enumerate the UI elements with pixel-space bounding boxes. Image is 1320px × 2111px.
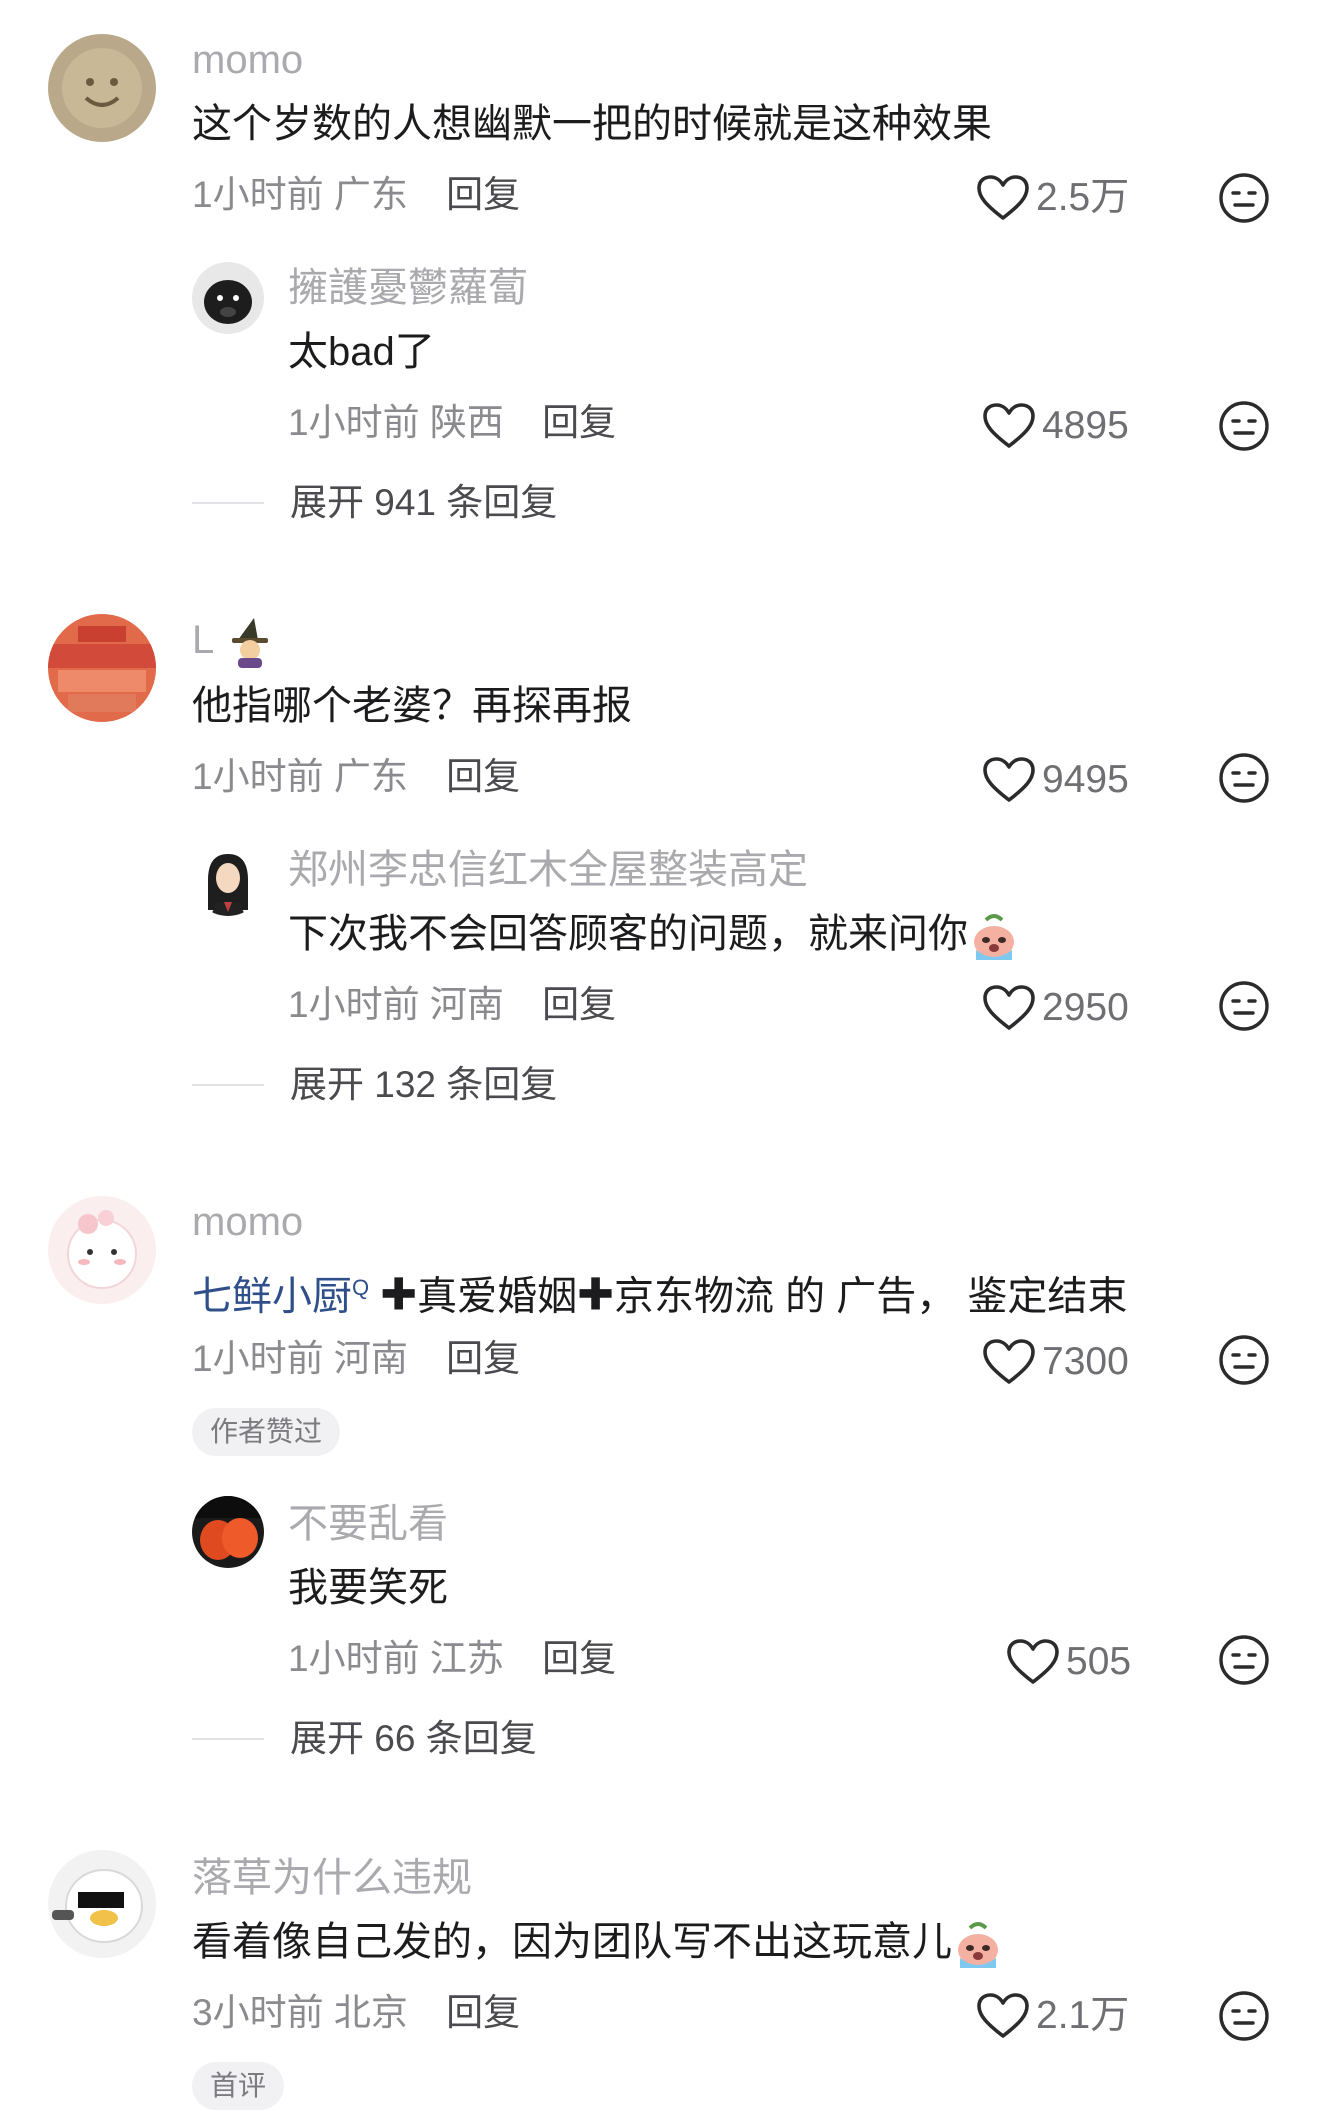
reply-button[interactable]: 回复 xyxy=(446,756,520,797)
reply-meta: 1小时前 河南 回复 xyxy=(288,982,616,1028)
dislike-icon[interactable] xyxy=(1218,1634,1270,1686)
comment-location: 北京 xyxy=(333,1992,408,2033)
heart-icon xyxy=(1006,1638,1060,1686)
like-count: 9495 xyxy=(1042,758,1129,801)
dislike-icon[interactable] xyxy=(1218,400,1270,452)
dislike-icon[interactable] xyxy=(1218,752,1270,804)
divider-line xyxy=(192,1084,264,1086)
comment-location: 广东 xyxy=(333,756,408,797)
like-count: 2.5万 xyxy=(1036,176,1130,219)
first-comment-badge: 首评 xyxy=(192,2062,285,2110)
like-button[interactable]: 4895 xyxy=(982,402,1129,450)
like-count: 4895 xyxy=(1042,404,1129,447)
reply-text: 太bad了 xyxy=(288,330,435,374)
avatar[interactable] xyxy=(48,34,156,142)
heart-icon xyxy=(982,984,1036,1032)
product-link[interactable]: 七鲜小厨 xyxy=(192,1274,352,1318)
like-button[interactable]: 7300 xyxy=(982,1338,1129,1386)
author-liked-badge: 作者赞过 xyxy=(192,1408,341,1456)
like-count: 7300 xyxy=(1042,1340,1129,1383)
expand-replies-label: 展开 941 条回复 xyxy=(290,482,558,523)
comment-text: 他指哪个老婆？再探再报 xyxy=(192,684,632,728)
reply-location: 陕西 xyxy=(429,402,504,443)
like-count: 505 xyxy=(1066,1640,1132,1683)
plus-icon: ✚ xyxy=(380,1270,418,1320)
reply-button[interactable]: 回复 xyxy=(446,1338,520,1379)
heart-icon xyxy=(982,756,1036,804)
reply-author[interactable]: 郑州李忠信红木全屋整装高定 xyxy=(288,846,808,894)
reply-time: 1小时前 xyxy=(288,984,420,1025)
like-button[interactable]: 2950 xyxy=(982,984,1129,1032)
comment-time: 1小时前 xyxy=(192,1338,324,1379)
expand-replies-button[interactable]: 展开 66 条回复 xyxy=(192,1716,537,1762)
comment-author[interactable]: L xyxy=(192,616,276,669)
crying-face-emoji-icon xyxy=(952,1918,1004,1970)
comment-meta: 1小时前 广东 回复 xyxy=(192,172,520,218)
reply-author[interactable]: 不要乱看 xyxy=(288,1500,448,1548)
witch-emoji-icon xyxy=(231,618,268,669)
reply-meta: 1小时前 江苏 回复 xyxy=(288,1636,616,1682)
reply-text: 我要笑死 xyxy=(288,1566,448,1610)
reply-time: 1小时前 xyxy=(288,402,420,443)
comment-meta: 3小时前 北京 回复 xyxy=(192,1990,520,2036)
expand-replies-label: 展开 66 条回复 xyxy=(290,1718,537,1759)
comment-text: 看着像自己发的，因为团队写不出这玩意儿 xyxy=(192,1916,1004,1970)
dislike-icon[interactable] xyxy=(1218,980,1270,1032)
reply-button[interactable]: 回复 xyxy=(542,402,616,443)
avatar[interactable] xyxy=(48,1196,156,1304)
crying-face-emoji-icon xyxy=(968,910,1020,962)
divider-line xyxy=(192,502,264,504)
dislike-icon[interactable] xyxy=(1218,1990,1270,2042)
like-button[interactable]: 2.5万 xyxy=(976,174,1129,222)
plus-icon: ✚ xyxy=(577,1270,614,1320)
reply-button[interactable]: 回复 xyxy=(446,1992,520,2033)
expand-replies-button[interactable]: 展开 132 条回复 xyxy=(192,1062,557,1108)
heart-icon xyxy=(982,402,1036,450)
comment-text: 七鲜小厨Q ✚真爱婚姻✚京东物流 的 广告， 鉴定结束 xyxy=(192,1270,1128,1320)
heart-icon xyxy=(976,1992,1030,2040)
reply-avatar[interactable] xyxy=(192,1496,264,1568)
like-button[interactable]: 505 xyxy=(1006,1638,1131,1686)
avatar[interactable] xyxy=(48,1850,156,1958)
like-button[interactable]: 2.1万 xyxy=(976,1992,1129,2040)
reply-avatar[interactable] xyxy=(192,844,264,916)
comment-time: 1小时前 xyxy=(192,174,324,215)
comment-author[interactable]: momo xyxy=(192,1198,303,1246)
reply-button[interactable]: 回复 xyxy=(542,1638,616,1679)
comment-location: 广东 xyxy=(333,174,408,215)
reply-author[interactable]: 擁護憂鬱蘿蔔 xyxy=(288,264,528,312)
like-count: 2950 xyxy=(1042,986,1129,1029)
heart-icon xyxy=(982,1338,1036,1386)
expand-replies-label: 展开 132 条回复 xyxy=(290,1064,558,1105)
comment-author[interactable]: 落草为什么违规 xyxy=(192,1854,472,1902)
reply-meta: 1小时前 陕西 回复 xyxy=(288,400,616,446)
comment-location: 河南 xyxy=(333,1338,408,1379)
dislike-icon[interactable] xyxy=(1218,1334,1270,1386)
reply-location: 江苏 xyxy=(429,1638,504,1679)
reply-time: 1小时前 xyxy=(288,1638,420,1679)
heart-icon xyxy=(976,174,1030,222)
reply-text: 下次我不会回答顾客的问题，就来问你 xyxy=(288,908,1020,962)
like-count: 2.1万 xyxy=(1036,1994,1130,2037)
reply-button[interactable]: 回复 xyxy=(542,984,616,1025)
comment-meta: 1小时前 广东 回复 xyxy=(192,754,520,800)
comment-time: 1小时前 xyxy=(192,756,324,797)
like-button[interactable]: 9495 xyxy=(982,756,1129,804)
avatar[interactable] xyxy=(48,614,156,722)
reply-button[interactable]: 回复 xyxy=(446,174,520,215)
search-link-icon[interactable]: Q xyxy=(352,1275,369,1300)
dislike-icon[interactable] xyxy=(1218,172,1270,224)
comment-text: 这个岁数的人想幽默一把的时候就是这种效果 xyxy=(192,102,992,146)
comment-meta: 1小时前 河南 回复 xyxy=(192,1336,520,1382)
divider-line xyxy=(192,1738,264,1740)
expand-replies-button[interactable]: 展开 941 条回复 xyxy=(192,480,557,526)
reply-location: 河南 xyxy=(429,984,504,1025)
reply-avatar[interactable] xyxy=(192,262,264,334)
comment-time: 3小时前 xyxy=(192,1992,324,2033)
comment-author[interactable]: momo xyxy=(192,36,303,84)
